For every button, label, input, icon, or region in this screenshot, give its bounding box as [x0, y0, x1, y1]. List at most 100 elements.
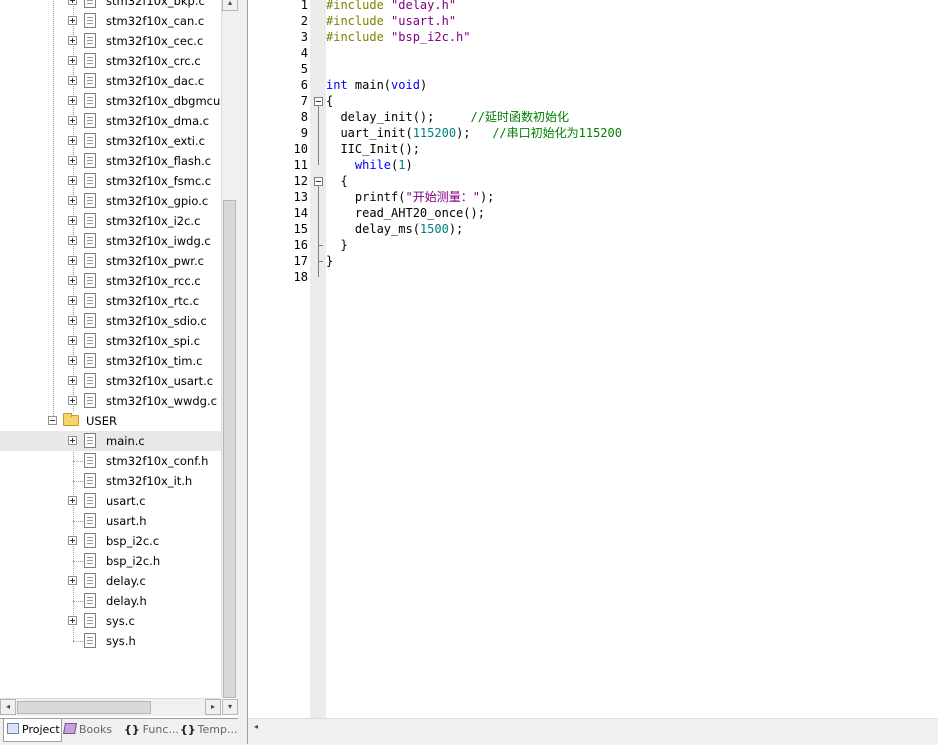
scroll-up-arrow-icon[interactable]: ▴: [222, 0, 238, 11]
tree-file-item[interactable]: stm32f10x_can.c: [0, 11, 221, 31]
tree-file-item[interactable]: stm32f10x_dbgmcu.c: [0, 91, 230, 111]
expand-plus-icon[interactable]: [68, 256, 77, 265]
fold-margin[interactable]: [310, 0, 326, 718]
expand-plus-icon[interactable]: [68, 536, 77, 545]
code-line[interactable]: uart_init(115200); //串口初始化为115200: [326, 125, 622, 141]
tree-file-item[interactable]: stm32f10x_tim.c: [0, 351, 221, 371]
expand-plus-icon[interactable]: [68, 236, 77, 245]
expand-plus-icon[interactable]: [68, 56, 77, 65]
tree-file-item[interactable]: stm32f10x_rcc.c: [0, 271, 221, 291]
code-line[interactable]: while(1): [326, 157, 413, 173]
code-line[interactable]: read_AHT20_once();: [326, 205, 485, 221]
tree-file-item[interactable]: stm32f10x_sdio.c: [0, 311, 221, 331]
code-editor[interactable]: 1 2 3 4 5 6 7 8 9 10 11 12 13 14 15 16 17 18 #include "de…: [248, 0, 938, 718]
tree-file-item[interactable]: stm32f10x_dma.c: [0, 111, 221, 131]
file-icon: [84, 33, 96, 48]
scroll-left-arrow-icon[interactable]: ◂: [0, 699, 16, 715]
tree-vertical-scrollbar[interactable]: ▴ ▾: [221, 0, 238, 715]
expand-plus-icon[interactable]: [68, 376, 77, 385]
file-name: stm32f10x_iwdg.c: [106, 234, 211, 248]
tree-file-item[interactable]: stm32f10x_crc.c: [0, 51, 221, 71]
tree-file-item[interactable]: delay.h: [0, 591, 221, 611]
tree-file-item[interactable]: sys.h: [0, 631, 221, 651]
tree-file-item[interactable]: stm32f10x_i2c.c: [0, 211, 221, 231]
code-line[interactable]: delay_init(); //延时函数初始化: [326, 109, 569, 125]
tree-file-item[interactable]: stm32f10x_gpio.c: [0, 191, 221, 211]
tree-file-item[interactable]: bsp_i2c.c: [0, 531, 221, 551]
code-text-area[interactable]: #include "delay.h" #include "usart.h" #inc…: [326, 0, 938, 718]
tree-file-item[interactable]: stm32f10x_wwdg.c: [0, 391, 221, 411]
tree-horizontal-scrollbar[interactable]: ◂ ▸: [0, 698, 221, 716]
tree-file-item[interactable]: usart.c: [0, 491, 221, 511]
fold-collapse-icon[interactable]: [314, 97, 323, 106]
expand-plus-icon[interactable]: [68, 0, 77, 5]
tree-vertical-scroll-thumb[interactable]: [223, 200, 236, 698]
tree-file-item[interactable]: stm32f10x_flash.c: [0, 151, 221, 171]
expand-plus-icon[interactable]: [68, 296, 77, 305]
tree-horizontal-scroll-thumb[interactable]: [17, 701, 151, 714]
tree-group-user[interactable]: USER: [0, 411, 221, 431]
expand-plus-icon[interactable]: [68, 76, 77, 85]
expand-plus-icon[interactable]: [68, 196, 77, 205]
code-line[interactable]: IIC_Init();: [326, 141, 419, 157]
tree-file-item[interactable]: stm32f10x_fsmc.c: [0, 171, 221, 191]
tree-file-item[interactable]: stm32f10x_pwr.c: [0, 251, 221, 271]
expand-plus-icon[interactable]: [68, 16, 77, 25]
tree-file-item[interactable]: main.c: [0, 431, 221, 451]
code-line[interactable]: }: [326, 237, 347, 253]
tree-file-item[interactable]: stm32f10x_spi.c: [0, 331, 221, 351]
code-token: "delay.h": [391, 0, 457, 12]
expand-plus-icon[interactable]: [68, 616, 77, 625]
tab-books[interactable]: Books: [63, 719, 120, 741]
expand-plus-icon[interactable]: [68, 116, 77, 125]
expand-plus-icon[interactable]: [68, 316, 77, 325]
code-line[interactable]: delay_ms(1500);: [326, 221, 463, 237]
tree-file-item[interactable]: stm32f10x_exti.c: [0, 131, 221, 151]
expand-plus-icon[interactable]: [68, 576, 77, 585]
expand-plus-icon[interactable]: [68, 176, 77, 185]
code-line[interactable]: #include "usart.h": [326, 13, 456, 29]
expand-plus-icon[interactable]: [68, 276, 77, 285]
panel-splitter[interactable]: [238, 0, 248, 744]
tree-file-item[interactable]: stm32f10x_it.h: [0, 471, 221, 491]
scroll-right-arrow-icon[interactable]: ▸: [205, 699, 221, 715]
editor-horizontal-scrollbar[interactable]: ◂: [248, 718, 938, 739]
code-token: 1500: [419, 222, 449, 236]
file-name: usart.h: [106, 514, 147, 528]
tree-file-item[interactable]: usart.h: [0, 511, 221, 531]
expand-plus-icon[interactable]: [68, 496, 77, 505]
expand-plus-icon[interactable]: [68, 36, 77, 45]
code-line[interactable]: #include "delay.h": [326, 0, 456, 13]
expand-plus-icon[interactable]: [68, 136, 77, 145]
code-line[interactable]: {: [326, 93, 333, 109]
code-line[interactable]: }: [326, 253, 333, 269]
expand-plus-icon[interactable]: [68, 396, 77, 405]
tree-file-item[interactable]: bsp_i2c.h: [0, 551, 221, 571]
tree-file-item[interactable]: sys.c: [0, 611, 221, 631]
expand-plus-icon[interactable]: [68, 156, 77, 165]
scroll-down-arrow-icon[interactable]: ▾: [222, 699, 238, 715]
code-line[interactable]: #include "bsp_i2c.h": [326, 29, 471, 45]
tree-file-item[interactable]: stm32f10x_cec.c: [0, 31, 221, 51]
tab-functions[interactable]: {} Func...: [124, 719, 179, 741]
editor-scroll-left-arrow-icon[interactable]: ◂: [248, 720, 264, 736]
code-line[interactable]: printf("开始测量：");: [326, 189, 495, 205]
expand-plus-icon[interactable]: [68, 356, 77, 365]
expand-plus-icon[interactable]: [68, 216, 77, 225]
code-line[interactable]: {: [326, 173, 347, 189]
tab-templates[interactable]: {} Temp...: [180, 719, 240, 741]
code-line[interactable]: int main(void): [326, 77, 427, 93]
tab-project[interactable]: Project: [3, 719, 62, 742]
fold-collapse-icon[interactable]: [314, 177, 323, 186]
tree-file-item[interactable]: stm32f10x_rtc.c: [0, 291, 221, 311]
tree-file-item[interactable]: delay.c: [0, 571, 221, 591]
expand-plus-icon[interactable]: [68, 336, 77, 345]
collapse-minus-icon[interactable]: [48, 416, 57, 425]
tree-file-item[interactable]: stm32f10x_iwdg.c: [0, 231, 221, 251]
tree-file-item[interactable]: stm32f10x_usart.c: [0, 371, 221, 391]
tree-file-item[interactable]: stm32f10x_dac.c: [0, 71, 221, 91]
expand-plus-icon[interactable]: [68, 96, 77, 105]
tree-file-item[interactable]: stm32f10x_bkp.c: [0, 0, 221, 11]
tree-file-item[interactable]: stm32f10x_conf.h: [0, 451, 221, 471]
expand-plus-icon[interactable]: [68, 436, 77, 445]
